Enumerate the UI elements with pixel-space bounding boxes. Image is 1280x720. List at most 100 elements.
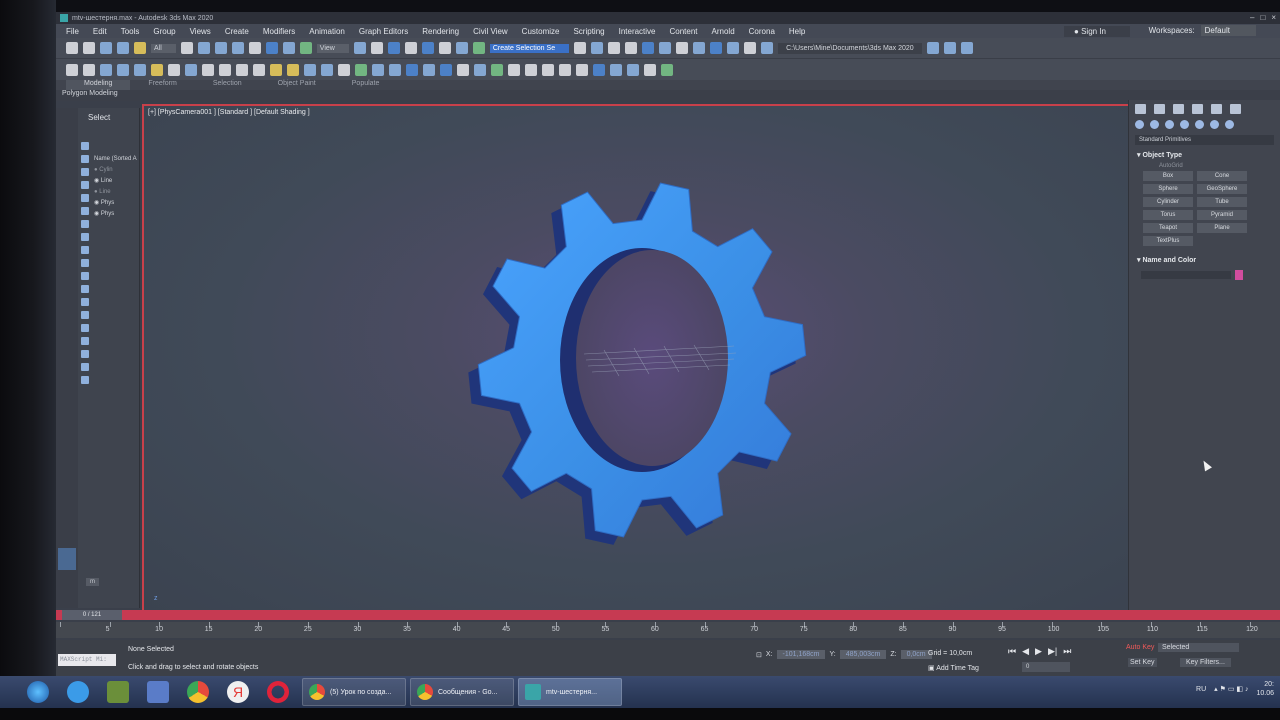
render-icon[interactable] (457, 63, 469, 76)
render-setup-icon[interactable] (710, 42, 723, 54)
menu-modifiers[interactable]: Modifiers (263, 27, 295, 36)
layers-icon[interactable] (81, 376, 89, 384)
filter-frozen-icon[interactable] (81, 272, 89, 280)
filter-invert-icon[interactable] (81, 324, 89, 332)
open-project-icon[interactable] (960, 42, 973, 54)
textplus-button[interactable]: TextPlus (1143, 236, 1193, 246)
sign-in-dropdown[interactable]: ● Sign In (1064, 26, 1130, 37)
list-item[interactable]: ◉ Phys (94, 209, 137, 220)
object-type-title[interactable]: ▾ Object Type (1137, 149, 1274, 161)
move-icon[interactable] (248, 42, 261, 54)
hierarchy-tab-icon[interactable] (1173, 104, 1184, 114)
select-by-name-icon[interactable] (197, 42, 210, 54)
geosphere-button[interactable]: GeoSphere (1197, 184, 1247, 194)
filter-xrefs-icon[interactable] (81, 233, 89, 241)
viewport-label[interactable]: [+] [PhysCamera001 ] [Standard ] [Defaul… (148, 109, 310, 116)
menu-content[interactable]: Content (670, 27, 698, 36)
viewport-layout-tab[interactable] (58, 548, 76, 570)
camera-icon[interactable] (168, 63, 180, 76)
list-item[interactable]: ● Cylin (94, 165, 137, 176)
spacewarp-icon[interactable] (389, 63, 401, 76)
ribbon-toggle-icon[interactable] (642, 42, 655, 54)
angle-snap-icon[interactable] (421, 42, 434, 54)
next-frame-icon[interactable]: ▶| (1048, 646, 1057, 657)
cylinder-button[interactable]: Cylinder (1143, 197, 1193, 207)
cameras-icon[interactable] (1180, 120, 1189, 129)
box-button[interactable]: Box (1143, 171, 1193, 181)
taskbar-window-1[interactable]: (5) Урок по созда... (302, 678, 406, 706)
tab-object-paint[interactable]: Object Paint (260, 80, 334, 90)
maximize-button[interactable]: □ (1260, 13, 1265, 22)
text-icon[interactable] (559, 63, 571, 76)
helper-icon[interactable] (185, 63, 197, 76)
filter-helpers-icon[interactable] (81, 194, 89, 202)
environment-icon[interactable] (525, 63, 537, 76)
biped-icon[interactable] (338, 63, 350, 76)
time-slider-knob[interactable]: 0 / 121 (62, 610, 122, 620)
menu-file[interactable]: File (66, 27, 79, 36)
current-frame-field[interactable]: 0 (1022, 662, 1070, 672)
display-tab-icon[interactable] (1211, 104, 1222, 114)
menu-views[interactable]: Views (190, 27, 211, 36)
menu-civil-view[interactable]: Civil View (473, 27, 508, 36)
find-icon[interactable] (81, 350, 89, 358)
teapot-icon[interactable] (236, 63, 248, 76)
utilities-tab-icon[interactable] (1230, 104, 1241, 114)
tab-selection[interactable]: Selection (195, 80, 260, 90)
rotate-icon[interactable] (265, 42, 278, 54)
taskbar-yandex[interactable]: Я (218, 677, 258, 707)
checker-icon[interactable] (304, 63, 316, 76)
menu-interactive[interactable]: Interactive (619, 27, 656, 36)
key-selection-dropdown[interactable]: Selected (1158, 643, 1240, 652)
layer-dropdown[interactable]: m (86, 578, 99, 586)
lights-icon[interactable] (1165, 120, 1174, 129)
teapot-button[interactable]: Teapot (1143, 223, 1193, 233)
spacewarps-icon[interactable] (1210, 120, 1219, 129)
menu-corona[interactable]: Corona (749, 27, 775, 36)
taskbar-window-2[interactable]: Сообщения - Go... (410, 678, 514, 706)
x-coordinate-field[interactable]: -101,168cm (776, 650, 826, 659)
selection-filter-dropdown[interactable]: All (151, 43, 176, 53)
curve-editor-icon[interactable] (659, 42, 672, 54)
refresh-icon[interactable] (593, 63, 605, 76)
filter-groups-icon[interactable] (81, 220, 89, 228)
filter-lights-icon[interactable] (81, 168, 89, 176)
project-folder-icon[interactable] (926, 42, 939, 54)
menu-customize[interactable]: Customize (522, 27, 560, 36)
maxscript-listener[interactable]: MAXScript Mi: (58, 654, 116, 666)
track-bar[interactable]: 5 10 15 20 25 30 35 40 45 50 55 60 65 70 75 80 85 90 95 100… (56, 622, 1280, 638)
menu-tools[interactable]: Tools (121, 27, 140, 36)
close-button[interactable]: × (1271, 13, 1276, 22)
taskbar-tool[interactable] (138, 677, 178, 707)
align-icon[interactable] (591, 42, 604, 54)
named-selection-dropdown[interactable]: Create Selection Se (489, 43, 570, 53)
spinner-snap-icon[interactable] (455, 42, 468, 54)
edit-named-selection-icon[interactable] (472, 42, 485, 54)
particle-icon[interactable] (372, 63, 384, 76)
key-filters-button[interactable]: Key Filters... (1180, 658, 1231, 667)
auto-key-button[interactable]: Auto Key (1126, 644, 1154, 651)
select-object-icon[interactable] (180, 42, 193, 54)
modify-tab-icon[interactable] (1154, 104, 1165, 114)
sphere-button[interactable]: Sphere (1143, 184, 1193, 194)
render-production-icon[interactable] (744, 42, 757, 54)
taskbar-opera[interactable] (258, 677, 298, 707)
menu-animation[interactable]: Animation (309, 27, 345, 36)
menu-arnold[interactable]: Arnold (712, 27, 735, 36)
list-item[interactable]: ◉ Phys (94, 198, 137, 209)
filter-shapes-icon[interactable] (81, 155, 89, 163)
snapshot-icon[interactable] (134, 63, 146, 76)
tab-freeform[interactable]: Freeform (130, 80, 194, 90)
mirror-icon[interactable] (574, 42, 587, 54)
motion-tab-icon[interactable] (1192, 104, 1203, 114)
bulb-icon[interactable] (491, 63, 503, 76)
cone-icon[interactable] (253, 63, 265, 76)
window-crossing-icon[interactable] (231, 42, 244, 54)
filter-cameras-icon[interactable] (81, 181, 89, 189)
tube-button[interactable]: Tube (1197, 197, 1247, 207)
menu-rendering[interactable]: Rendering (422, 27, 459, 36)
filter-hidden-icon[interactable] (81, 285, 89, 293)
list-item[interactable]: ● Line (94, 187, 137, 198)
light-icon[interactable] (151, 63, 163, 76)
y-coordinate-field[interactable]: 485,003cm (839, 650, 887, 659)
